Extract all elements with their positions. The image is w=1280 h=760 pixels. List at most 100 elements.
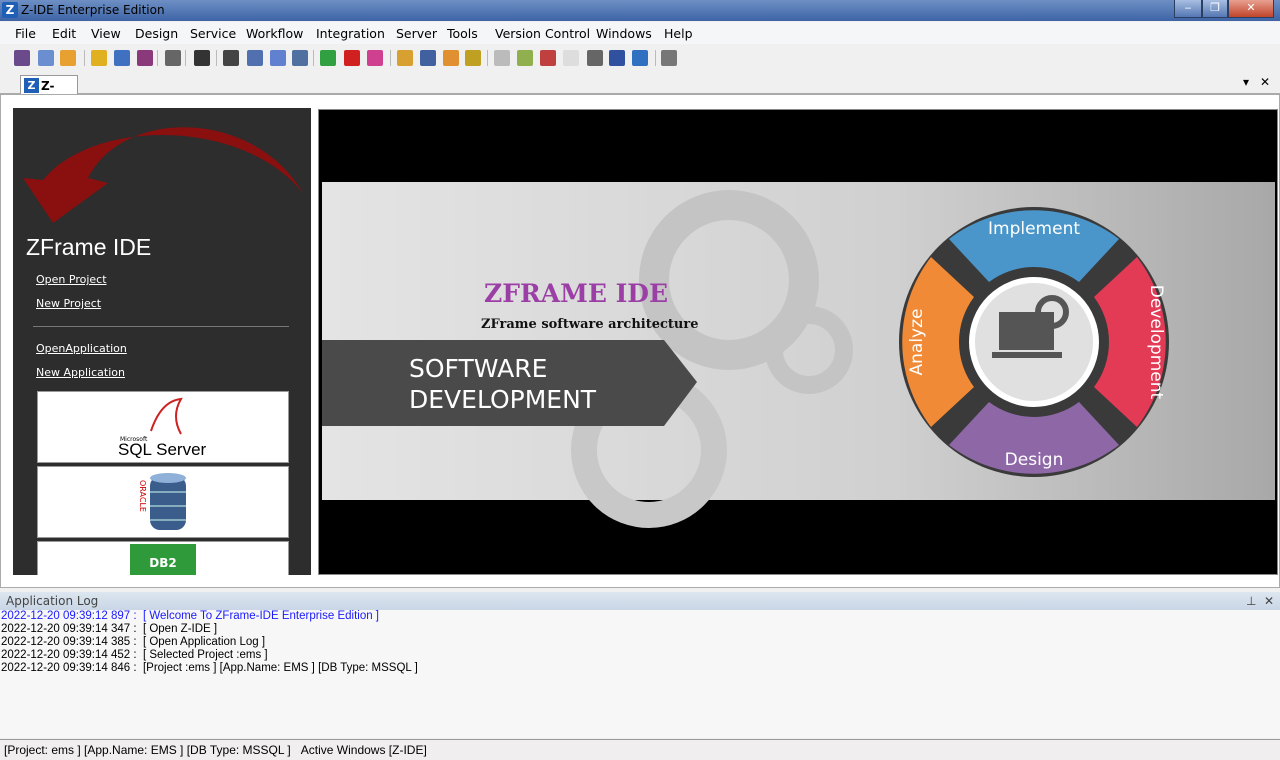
close-button[interactable]: ✕: [1228, 0, 1274, 18]
log-title: Application Log: [6, 594, 99, 608]
open-application-link[interactable]: OpenApplication: [36, 342, 127, 355]
menu-help[interactable]: Help: [664, 26, 693, 41]
cube-icon[interactable]: [494, 50, 510, 66]
close-log-button[interactable]: ✕: [1264, 594, 1274, 608]
map-icon[interactable]: [517, 50, 533, 66]
arrow-graphic: [23, 127, 303, 223]
application-log-panel: Application Log ⊥ ✕ 2022-12-20 09:39:12 …: [0, 592, 1280, 738]
menu-tools[interactable]: Tools: [447, 26, 478, 41]
menu-design[interactable]: Design: [135, 26, 178, 41]
run-icon[interactable]: [344, 50, 360, 66]
menu-server[interactable]: Server: [396, 26, 437, 41]
new-project-link[interactable]: New Project: [36, 297, 101, 310]
menu-service[interactable]: Service: [190, 26, 236, 41]
start-sidebar: ZFrame IDE Open Project New Project Open…: [13, 108, 311, 575]
log-message: [ Selected Project :ems ]: [142, 649, 268, 661]
document-list-icon[interactable]: [292, 50, 308, 66]
cubes-icon[interactable]: [540, 50, 556, 66]
tab-z-ide[interactable]: ZZ-IDE: [20, 75, 78, 107]
people-icon[interactable]: [443, 50, 459, 66]
divider: [33, 326, 289, 327]
log-entry: 2022-12-20 09:39:14 452 : [ Selected Pro…: [0, 649, 1280, 662]
menu-version-control[interactable]: Version Control: [495, 26, 590, 41]
menu-windows[interactable]: Windows: [596, 26, 652, 41]
users-icon[interactable]: [60, 50, 76, 66]
svg-text:Design: Design: [1005, 450, 1064, 470]
toolbar: [0, 46, 1280, 70]
palette-icon[interactable]: [367, 50, 383, 66]
menu-workflow[interactable]: Workflow: [246, 26, 303, 41]
tab-list-dropdown[interactable]: ▾: [1243, 75, 1249, 89]
svg-text:SOFTWARE: SOFTWARE: [409, 354, 547, 383]
oracle-option[interactable]: ORACLE: [37, 466, 289, 538]
svg-text:Analyze: Analyze: [907, 309, 927, 376]
report-icon[interactable]: [114, 50, 130, 66]
new-application-link[interactable]: New Application: [36, 366, 125, 379]
menu-file[interactable]: File: [15, 26, 36, 41]
sidebar-title: ZFrame IDE: [26, 234, 152, 260]
database-icon[interactable]: [91, 50, 107, 66]
log-message: [ Open Z-IDE ]: [142, 623, 218, 635]
svg-text:Implement: Implement: [988, 219, 1080, 239]
status-bar: [Project: ems ] [App.Name: EMS ] [DB Typ…: [0, 739, 1280, 760]
banner-graphic: ZFRAME IDE ZFrame software architecture …: [319, 110, 1277, 574]
log-time: 2022-12-20 09:39:14 846 :: [1, 662, 137, 674]
svg-text:Development: Development: [1146, 285, 1166, 400]
welcome-banner: ZFRAME IDE ZFrame software architecture …: [318, 109, 1278, 575]
log-time: 2022-12-20 09:39:14 385 :: [1, 636, 137, 648]
toolbar-separator: [390, 50, 391, 66]
log-time: 2022-12-20 09:39:14 347 :: [1, 623, 137, 635]
shuffle-icon[interactable]: [320, 50, 336, 66]
menu-view[interactable]: View: [91, 26, 121, 41]
sql-server-option[interactable]: Microsoft SQL Server: [37, 391, 289, 463]
open-project-link[interactable]: Open Project: [36, 273, 107, 286]
layout-icon[interactable]: [223, 50, 239, 66]
title-bar: Z Z-IDE Enterprise Edition ‒ ❐ ✕: [0, 0, 1280, 21]
svg-text:ZFrame software architecture: ZFrame software architecture: [481, 317, 699, 332]
toolbar-separator: [487, 50, 488, 66]
window-icon[interactable]: [563, 50, 579, 66]
key-lock-icon[interactable]: [465, 50, 481, 66]
log-header: Application Log ⊥ ✕: [0, 592, 1280, 610]
restore-button[interactable]: ❐: [1202, 0, 1228, 18]
app-logo-icon: Z: [2, 2, 18, 18]
chart-icon[interactable]: [632, 50, 648, 66]
network-icon[interactable]: [247, 50, 263, 66]
svg-text:ORACLE: ORACLE: [138, 480, 147, 512]
log-entry: 2022-12-20 09:39:14 385 : [ Open Applica…: [0, 636, 1280, 649]
script-icon[interactable]: [165, 50, 181, 66]
svg-text:DEVELOPMENT: DEVELOPMENT: [409, 385, 597, 414]
monitor-icon[interactable]: [270, 50, 286, 66]
window-title: Z-IDE Enterprise Edition: [21, 3, 165, 17]
connector-icon[interactable]: [587, 50, 603, 66]
status-context: [Project: ems ] [App.Name: EMS ] [DB Typ…: [4, 743, 291, 757]
log-entry: 2022-12-20 09:39:14 347 : [ Open Z-IDE ]: [0, 623, 1280, 636]
toolbar-separator: [313, 50, 314, 66]
log-time: 2022-12-20 09:39:14 452 :: [1, 649, 137, 661]
window-edit-icon[interactable]: [38, 50, 54, 66]
wrench-icon[interactable]: [137, 50, 153, 66]
tab-strip: ZZ-IDE ▾ ✕: [0, 72, 1280, 107]
status-active-window: Active Windows [Z-IDE]: [300, 743, 427, 757]
svg-text:ZFRAME IDE: ZFRAME IDE: [484, 279, 668, 308]
menu-edit[interactable]: Edit: [52, 26, 76, 41]
tree-icon[interactable]: [420, 50, 436, 66]
toolbar-separator: [84, 50, 85, 66]
db2-option[interactable]: DB2: [37, 541, 289, 575]
terminal-icon[interactable]: [194, 50, 210, 66]
new-form-icon[interactable]: [14, 50, 30, 66]
log-message: [ Open Application Log ]: [142, 636, 266, 648]
menu-integration[interactable]: Integration: [316, 26, 385, 41]
log-entry: 2022-12-20 09:39:12 897 : [ Welcome To Z…: [0, 610, 1280, 623]
export-icon[interactable]: [661, 50, 677, 66]
minimize-button[interactable]: ‒: [1174, 0, 1202, 18]
close-tab-button[interactable]: ✕: [1260, 75, 1270, 89]
toolbar-separator: [185, 50, 186, 66]
toolbar-separator: [655, 50, 656, 66]
folder-tree-icon[interactable]: [397, 50, 413, 66]
window-pin-icon[interactable]: [609, 50, 625, 66]
log-message: [Project :ems ] [App.Name: EMS ] [DB Typ…: [142, 662, 418, 674]
log-entry: 2022-12-20 09:39:14 846 : [Project :ems …: [0, 662, 1280, 675]
log-list: 2022-12-20 09:39:12 897 : [ Welcome To Z…: [0, 610, 1280, 675]
pin-icon[interactable]: ⊥: [1246, 594, 1256, 608]
